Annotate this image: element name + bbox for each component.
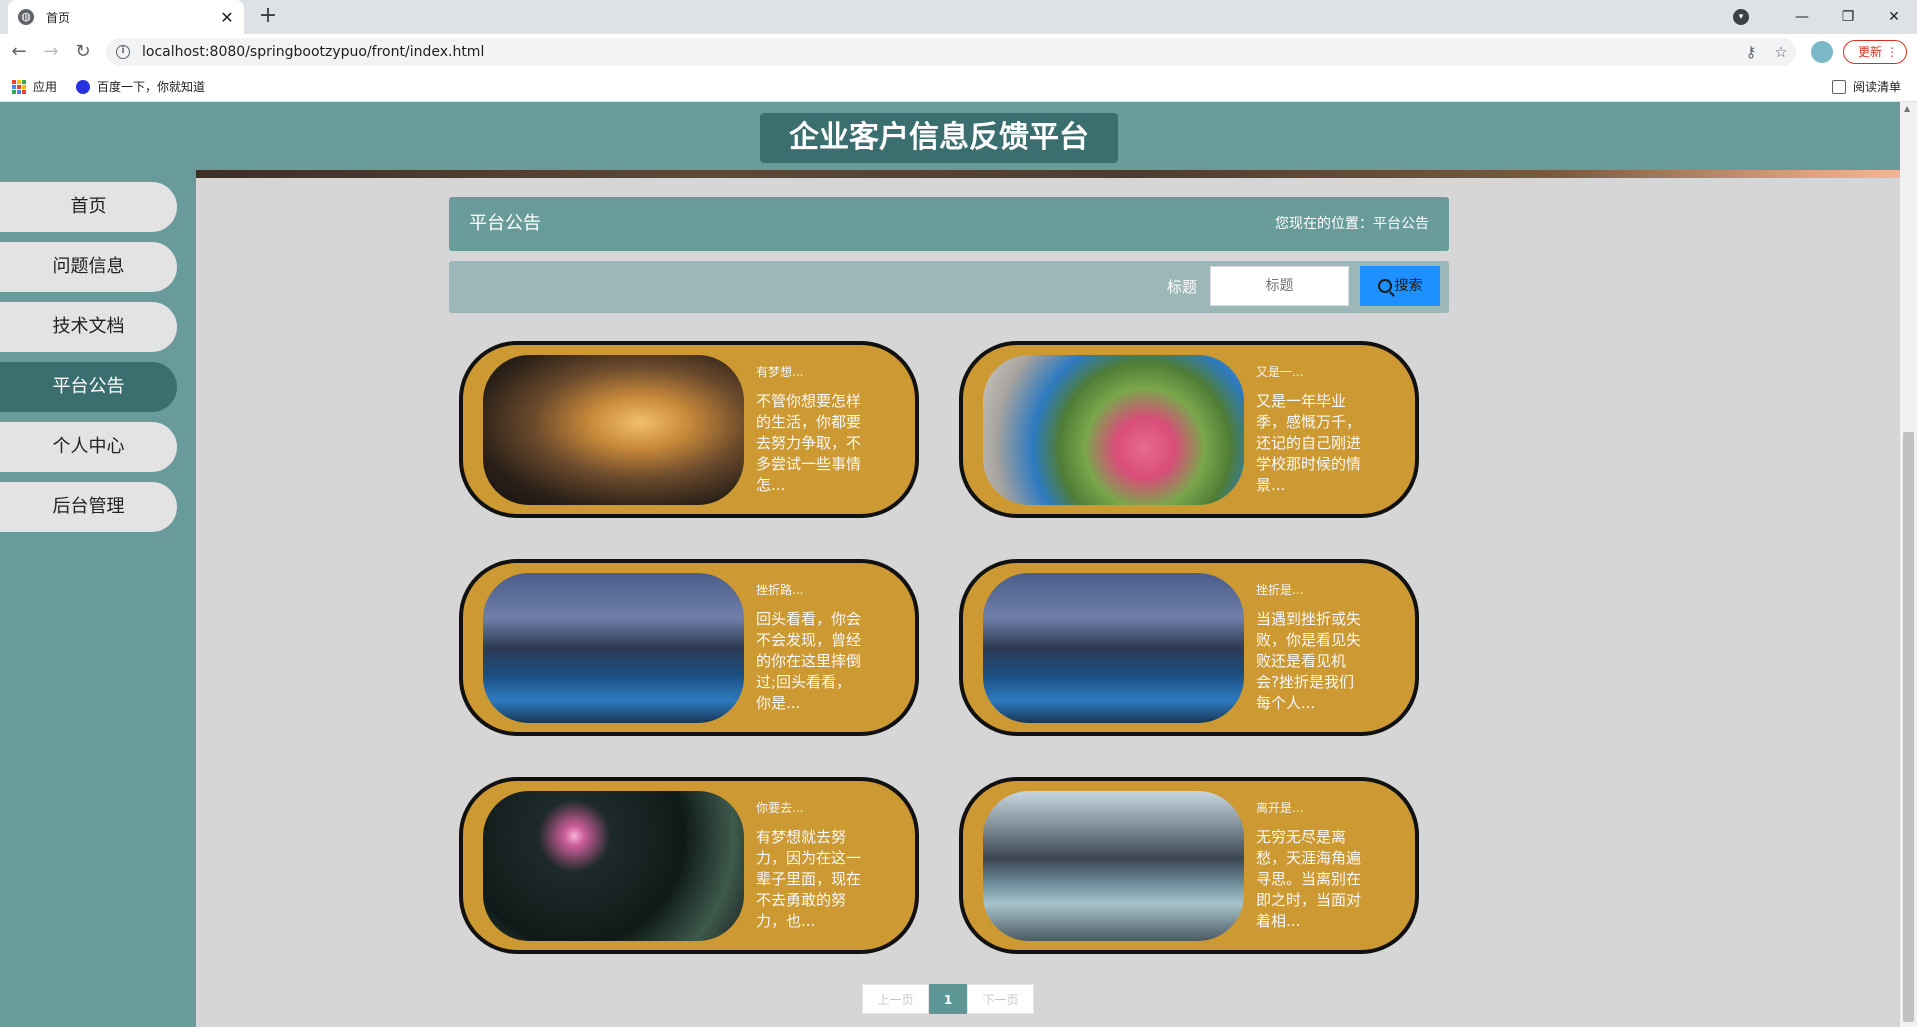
card-desc: 不管你想要怎样的生活，你都要去努力争取，不多尝试一些事情怎... xyxy=(756,392,862,494)
card-image[interactable] xyxy=(983,355,1244,505)
search-input[interactable] xyxy=(1210,266,1349,306)
apps-grid-icon xyxy=(12,79,26,94)
card-title[interactable]: 挫折路... xyxy=(756,581,803,598)
bookmark-label: 百度一下，你就知道 xyxy=(97,80,206,94)
profile-avatar[interactable] xyxy=(1811,41,1833,63)
card-title[interactable]: 又是一... xyxy=(1256,363,1303,380)
site-info-icon[interactable]: i xyxy=(116,45,130,59)
breadcrumb: 您现在的位置：平台公告 xyxy=(1275,216,1429,232)
card-image[interactable] xyxy=(983,791,1244,941)
bookmarks-bar: 应用 百度一下，你就知道 阅读清单 xyxy=(0,70,1917,102)
scrollbar-thumb[interactable] xyxy=(1903,432,1914,1022)
sidebar-item-home[interactable]: 首页 xyxy=(0,182,177,232)
bookmark-apps[interactable]: 应用 xyxy=(12,78,57,95)
card-title[interactable]: 你要去... xyxy=(756,799,803,816)
reading-list-icon xyxy=(1832,79,1846,94)
browser-toolbar: ← → ↻ i localhost:8080/springbootzypuo/f… xyxy=(0,34,1917,70)
card-image[interactable] xyxy=(483,355,744,505)
reading-list-label: 阅读清单 xyxy=(1853,80,1902,94)
back-arrow-icon[interactable]: ← xyxy=(8,41,30,63)
bookmark-baidu[interactable]: 百度一下，你就知道 xyxy=(76,78,205,95)
key-icon[interactable]: ⚷ xyxy=(1736,43,1766,61)
page-scrollbar[interactable]: ▲ xyxy=(1900,102,1917,1027)
scroll-up-icon[interactable]: ▲ xyxy=(1904,104,1910,113)
update-label: 更新 xyxy=(1858,45,1883,59)
card-desc: 又是一年毕业季，感慨万千，还记的自己刚进学校那时候的情景... xyxy=(1256,392,1362,494)
more-menu-icon[interactable]: ⋮ xyxy=(1886,41,1898,63)
sidebar-item-tech-docs[interactable]: 技术文档 xyxy=(0,302,177,352)
bookmark-label: 应用 xyxy=(33,80,58,94)
restore-button[interactable]: ❐ xyxy=(1825,9,1871,25)
reading-list[interactable]: 阅读清单 xyxy=(1832,78,1901,95)
search-bar: 标题 搜索 xyxy=(449,261,1449,313)
close-window-button[interactable]: ✕ xyxy=(1871,9,1917,25)
card-desc: 回头看看，你会不会发现，曾经的你在这里摔倒过;回头看看，你是... xyxy=(756,610,862,712)
card-image[interactable] xyxy=(483,791,744,941)
url-text[interactable]: localhost:8080/springbootzypuo/front/ind… xyxy=(142,44,1736,60)
prev-page-button[interactable]: 上一页 xyxy=(862,984,929,1014)
card-image[interactable] xyxy=(983,573,1244,723)
next-page-button[interactable]: 下一页 xyxy=(967,984,1034,1014)
search-label: 标题 xyxy=(1167,278,1198,296)
new-tab-button[interactable]: + xyxy=(256,5,280,29)
notice-card[interactable]: 离开是... 无穷无尽是离愁，天涯海角遍寻思。当离别在即之时，当面对着相... xyxy=(959,777,1419,954)
address-bar[interactable]: i localhost:8080/springbootzypuo/front/i… xyxy=(106,38,1796,66)
search-button[interactable]: 搜索 xyxy=(1360,266,1440,306)
section-title: 平台公告 xyxy=(469,213,541,234)
notice-card[interactable]: 有梦想... 不管你想要怎样的生活，你都要去努力争取，不多尝试一些事情怎... xyxy=(459,341,919,518)
sidebar-item-issues[interactable]: 问题信息 xyxy=(0,242,177,292)
card-title[interactable]: 有梦想... xyxy=(756,363,803,380)
sidebar-nav: 首页 问题信息 技术文档 平台公告 个人中心 后台管理 xyxy=(0,170,196,1027)
card-desc: 无穷无尽是离愁，天涯海角遍寻思。当离别在即之时，当面对着相... xyxy=(1256,828,1362,930)
notice-card[interactable]: 挫折路... 回头看看，你会不会发现，曾经的你在这里摔倒过;回头看看，你是... xyxy=(459,559,919,736)
search-icon xyxy=(1377,279,1392,293)
tab-close-icon[interactable]: ✕ xyxy=(216,8,238,27)
reload-icon[interactable]: ↻ xyxy=(72,41,94,63)
notice-card[interactable]: 又是一... 又是一年毕业季，感慨万千，还记的自己刚进学校那时候的情景... xyxy=(959,341,1419,518)
card-desc: 有梦想就去努力，因为在这一辈子里面，现在不去勇敢的努力，也... xyxy=(756,828,862,930)
notice-card[interactable]: 挫折是... 当遇到挫折或失败，你是看见失败还是看见机会?挫折是我们每个人... xyxy=(959,559,1419,736)
minimize-button[interactable]: — xyxy=(1779,9,1825,25)
page-viewport: 企业客户信息反馈平台 首页 问题信息 技术文档 平台公告 个人中心 后台管理 平… xyxy=(0,102,1917,1027)
card-image[interactable] xyxy=(483,573,744,723)
sidebar-item-admin[interactable]: 后台管理 xyxy=(0,482,177,532)
forward-arrow-icon[interactable]: → xyxy=(40,41,62,63)
banner-image xyxy=(196,170,1900,178)
globe-icon: ◍ xyxy=(18,9,34,25)
sidebar-item-profile[interactable]: 个人中心 xyxy=(0,422,177,472)
card-title[interactable]: 挫折是... xyxy=(1256,581,1303,598)
browser-tab[interactable]: ◍ 首页 ✕ xyxy=(8,0,244,34)
tab-title: 首页 xyxy=(46,10,71,25)
current-page[interactable]: 1 xyxy=(929,984,967,1014)
section-header: 平台公告 您现在的位置：平台公告 xyxy=(449,197,1449,251)
tab-search-icon[interactable]: ▾ xyxy=(1733,9,1749,25)
bookmark-star-icon[interactable]: ☆ xyxy=(1766,43,1796,61)
search-button-label: 搜索 xyxy=(1394,278,1423,294)
sidebar-item-announcements[interactable]: 平台公告 xyxy=(0,362,177,412)
notice-card[interactable]: 你要去... 有梦想就去努力，因为在这一辈子里面，现在不去勇敢的努力，也... xyxy=(459,777,919,954)
pagination: 上一页 1 下一页 xyxy=(862,984,1034,1014)
baidu-paw-icon xyxy=(76,79,90,94)
card-title[interactable]: 离开是... xyxy=(1256,799,1303,816)
update-button[interactable]: 更新 ⋮ xyxy=(1843,40,1907,64)
site-title: 企业客户信息反馈平台 xyxy=(760,113,1118,163)
browser-tab-bar: ◍ 首页 ✕ + ▾ — ❐ ✕ xyxy=(0,0,1917,34)
card-desc: 当遇到挫折或失败，你是看见失败还是看见机会?挫折是我们每个人... xyxy=(1256,610,1362,712)
